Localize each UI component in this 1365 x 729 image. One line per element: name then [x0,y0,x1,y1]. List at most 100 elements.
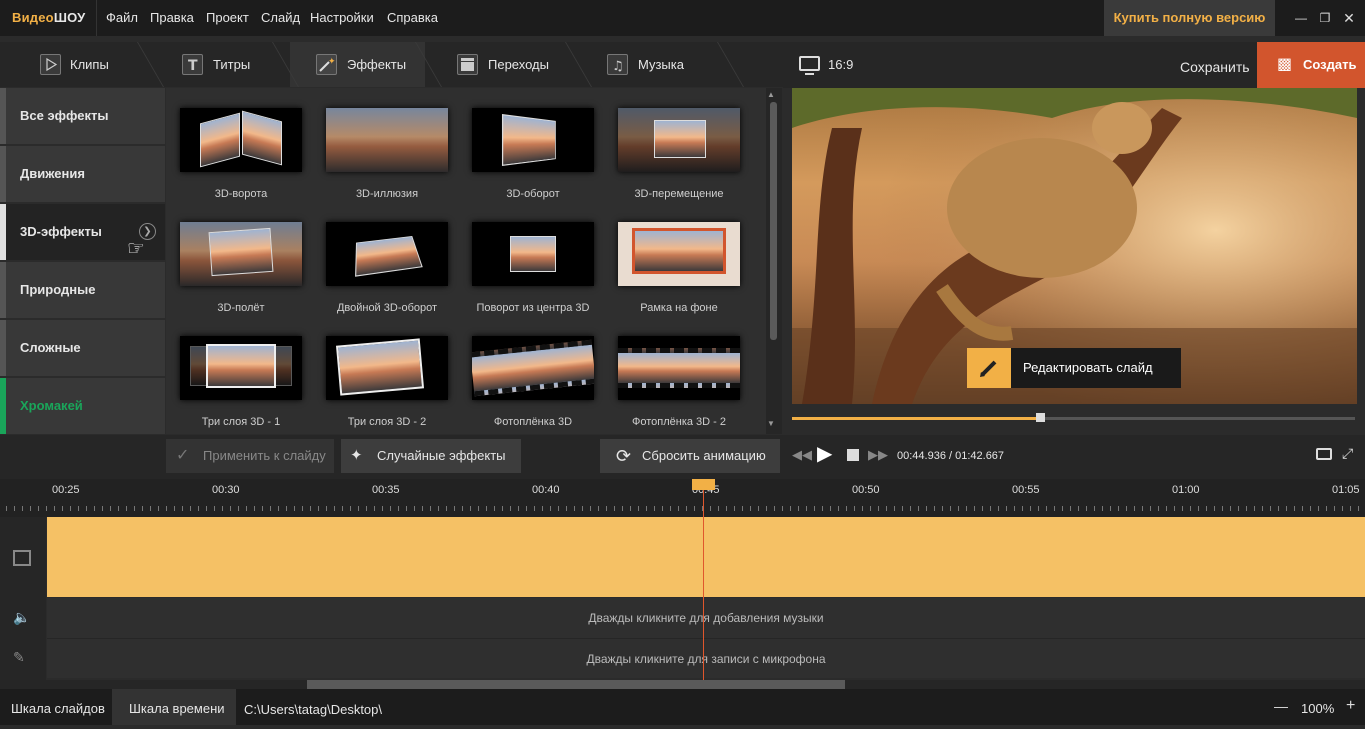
ruler-tick [1110,506,1111,511]
playhead-handle[interactable] [692,479,715,490]
video-track[interactable] [47,517,1365,597]
ruler-tick [662,506,663,511]
effects-grid: 3D-ворота 3D-иллюзия 3D-оборот 3D-переме… [166,88,766,434]
menu-help[interactable]: Справка [387,10,438,25]
menu-settings[interactable]: Настройки [310,10,374,25]
ruler-tick [1014,506,1015,511]
create-button[interactable]: ▩ Создать [1257,42,1365,88]
ruler-tick [1302,506,1303,511]
zoom-out-icon[interactable]: — [1274,698,1288,714]
zoom-in-icon[interactable]: + [1346,697,1355,715]
tab-time-timeline[interactable]: Шкала времени [112,689,236,725]
tab-music[interactable]: ♫ Музыка [580,42,730,87]
ruler-tick [366,506,367,511]
tab-effects[interactable]: ✦ Эффекты [290,42,425,87]
effect-3d-flight[interactable]: 3D-полёт [176,222,306,314]
category-all-effects[interactable]: Все эффекты [0,88,165,144]
seek-handle[interactable] [1036,413,1045,422]
menu-edit[interactable]: Правка [150,10,194,25]
text-icon: T [182,54,203,75]
music-track[interactable]: Дважды кликните для добавления музыки [47,598,1365,638]
ruler-tick [14,506,15,511]
timeline-scrollbar-thumb[interactable] [307,680,845,689]
ruler-tick [270,506,271,511]
tab-label: Эффекты [347,57,407,72]
ruler-tick [1214,506,1215,511]
ruler-tick [470,506,471,511]
ruler-tick [926,506,927,511]
effect-film-3d-2[interactable]: Фотоплёнка 3D - 2 [614,336,744,428]
ruler-tick [894,506,895,511]
ruler-tick [686,506,687,511]
apply-to-slide-button[interactable]: ✓ Применить к слайду [166,439,334,473]
ruler-tick [70,506,71,511]
scroll-down-icon[interactable]: ▼ [767,419,775,428]
menu-project[interactable]: Проект [206,10,249,25]
fullscreen-icon[interactable]: ⤢ [1342,445,1353,462]
ruler-tick [1342,506,1343,511]
timeline-ruler[interactable]: 00:25 00:30 00:35 00:40 00:45 00:50 00:5… [0,479,1365,517]
effect-double-3d-turn[interactable]: Двойной 3D-оборот [322,222,452,314]
monitor-icon[interactable] [799,56,820,75]
random-effects-button[interactable]: ✦ Случайные эффекты [341,439,521,473]
category-motions[interactable]: Движения [0,146,165,202]
category-natural[interactable]: Природные [0,262,165,318]
save-button[interactable]: Сохранить [1180,59,1250,75]
play-button[interactable]: ▶ [817,441,832,466]
ruler-tick [1118,506,1119,511]
tab-clips[interactable]: Клипы [0,42,140,87]
ruler-tick [1190,506,1191,511]
ruler-tick [950,506,951,511]
tab-label: Переходы [488,57,549,72]
effect-three-layers-3d-2[interactable]: Три слоя 3D - 2 [322,336,452,428]
effect-label: 3D-ворота [214,188,268,200]
microphone-track[interactable]: Дважды кликните для записи с микрофона [47,638,1365,678]
scroll-up-icon[interactable]: ▲ [767,90,775,99]
snapshot-icon[interactable] [1316,448,1332,460]
speaker-icon: 🔈 [13,609,31,625]
close-icon[interactable]: ✕ [1340,9,1358,27]
next-icon[interactable]: ▶▶ [868,447,888,463]
effect-3d-illusion[interactable]: 3D-иллюзия [322,108,452,200]
aspect-ratio[interactable]: 16:9 [828,57,853,72]
effect-3d-turn[interactable]: 3D-оборот [468,108,598,200]
effect-rotate-from-center-3d[interactable]: Поворот из центра 3D [468,222,598,314]
reset-animation-button[interactable]: ⟳ Сбросить анимацию [600,439,780,473]
ruler-tick [918,506,919,511]
svg-text:✦: ✦ [328,57,336,67]
effect-film-3d[interactable]: Фотоплёнка 3D [468,336,598,428]
category-chromakey[interactable]: Хромакей [0,378,165,434]
category-complex[interactable]: Сложные [0,320,165,376]
tab-titles[interactable]: T Титры [140,42,280,87]
ruler-tick [1126,506,1127,511]
ruler-tick [1318,506,1319,511]
previous-icon[interactable]: ◀◀ [792,447,812,463]
ruler-tick [1030,506,1031,511]
effect-3d-move[interactable]: 3D-перемещение [614,108,744,200]
ruler-tick [422,506,423,511]
tab-slide-timeline[interactable]: Шкала слайдов [0,689,112,725]
ruler-tick [694,506,695,511]
effect-frame-on-background[interactable]: Рамка на фоне [614,222,744,314]
logo-part2: ШОУ [53,10,86,25]
effect-thumbnail [618,222,740,286]
menu-file[interactable]: Файл [106,10,138,25]
effects-scrollbar-thumb[interactable] [770,102,777,340]
category-label: 3D-эффекты [20,224,102,239]
restore-icon[interactable]: ❐ [1316,9,1334,27]
ruler-tick [286,506,287,511]
ruler-tick [374,506,375,511]
playhead[interactable] [703,490,704,680]
ruler-tick [518,506,519,511]
camera-icon: ▩ [1277,56,1293,73]
edit-slide-button[interactable]: Редактировать слайд [967,348,1181,388]
buy-full-version-button[interactable]: Купить полную версию [1104,0,1275,36]
tab-transitions[interactable]: Переходы [430,42,580,87]
stop-icon[interactable] [847,449,859,461]
effect-3d-gate[interactable]: 3D-ворота [176,108,306,200]
music-icon: ♫ [607,54,628,75]
effect-three-layers-3d-1[interactable]: Три слоя 3D - 1 [176,336,306,428]
menu-slide[interactable]: Слайд [261,10,300,25]
button-label: Сбросить анимацию [642,448,766,463]
minimize-icon[interactable]: — [1292,9,1310,27]
